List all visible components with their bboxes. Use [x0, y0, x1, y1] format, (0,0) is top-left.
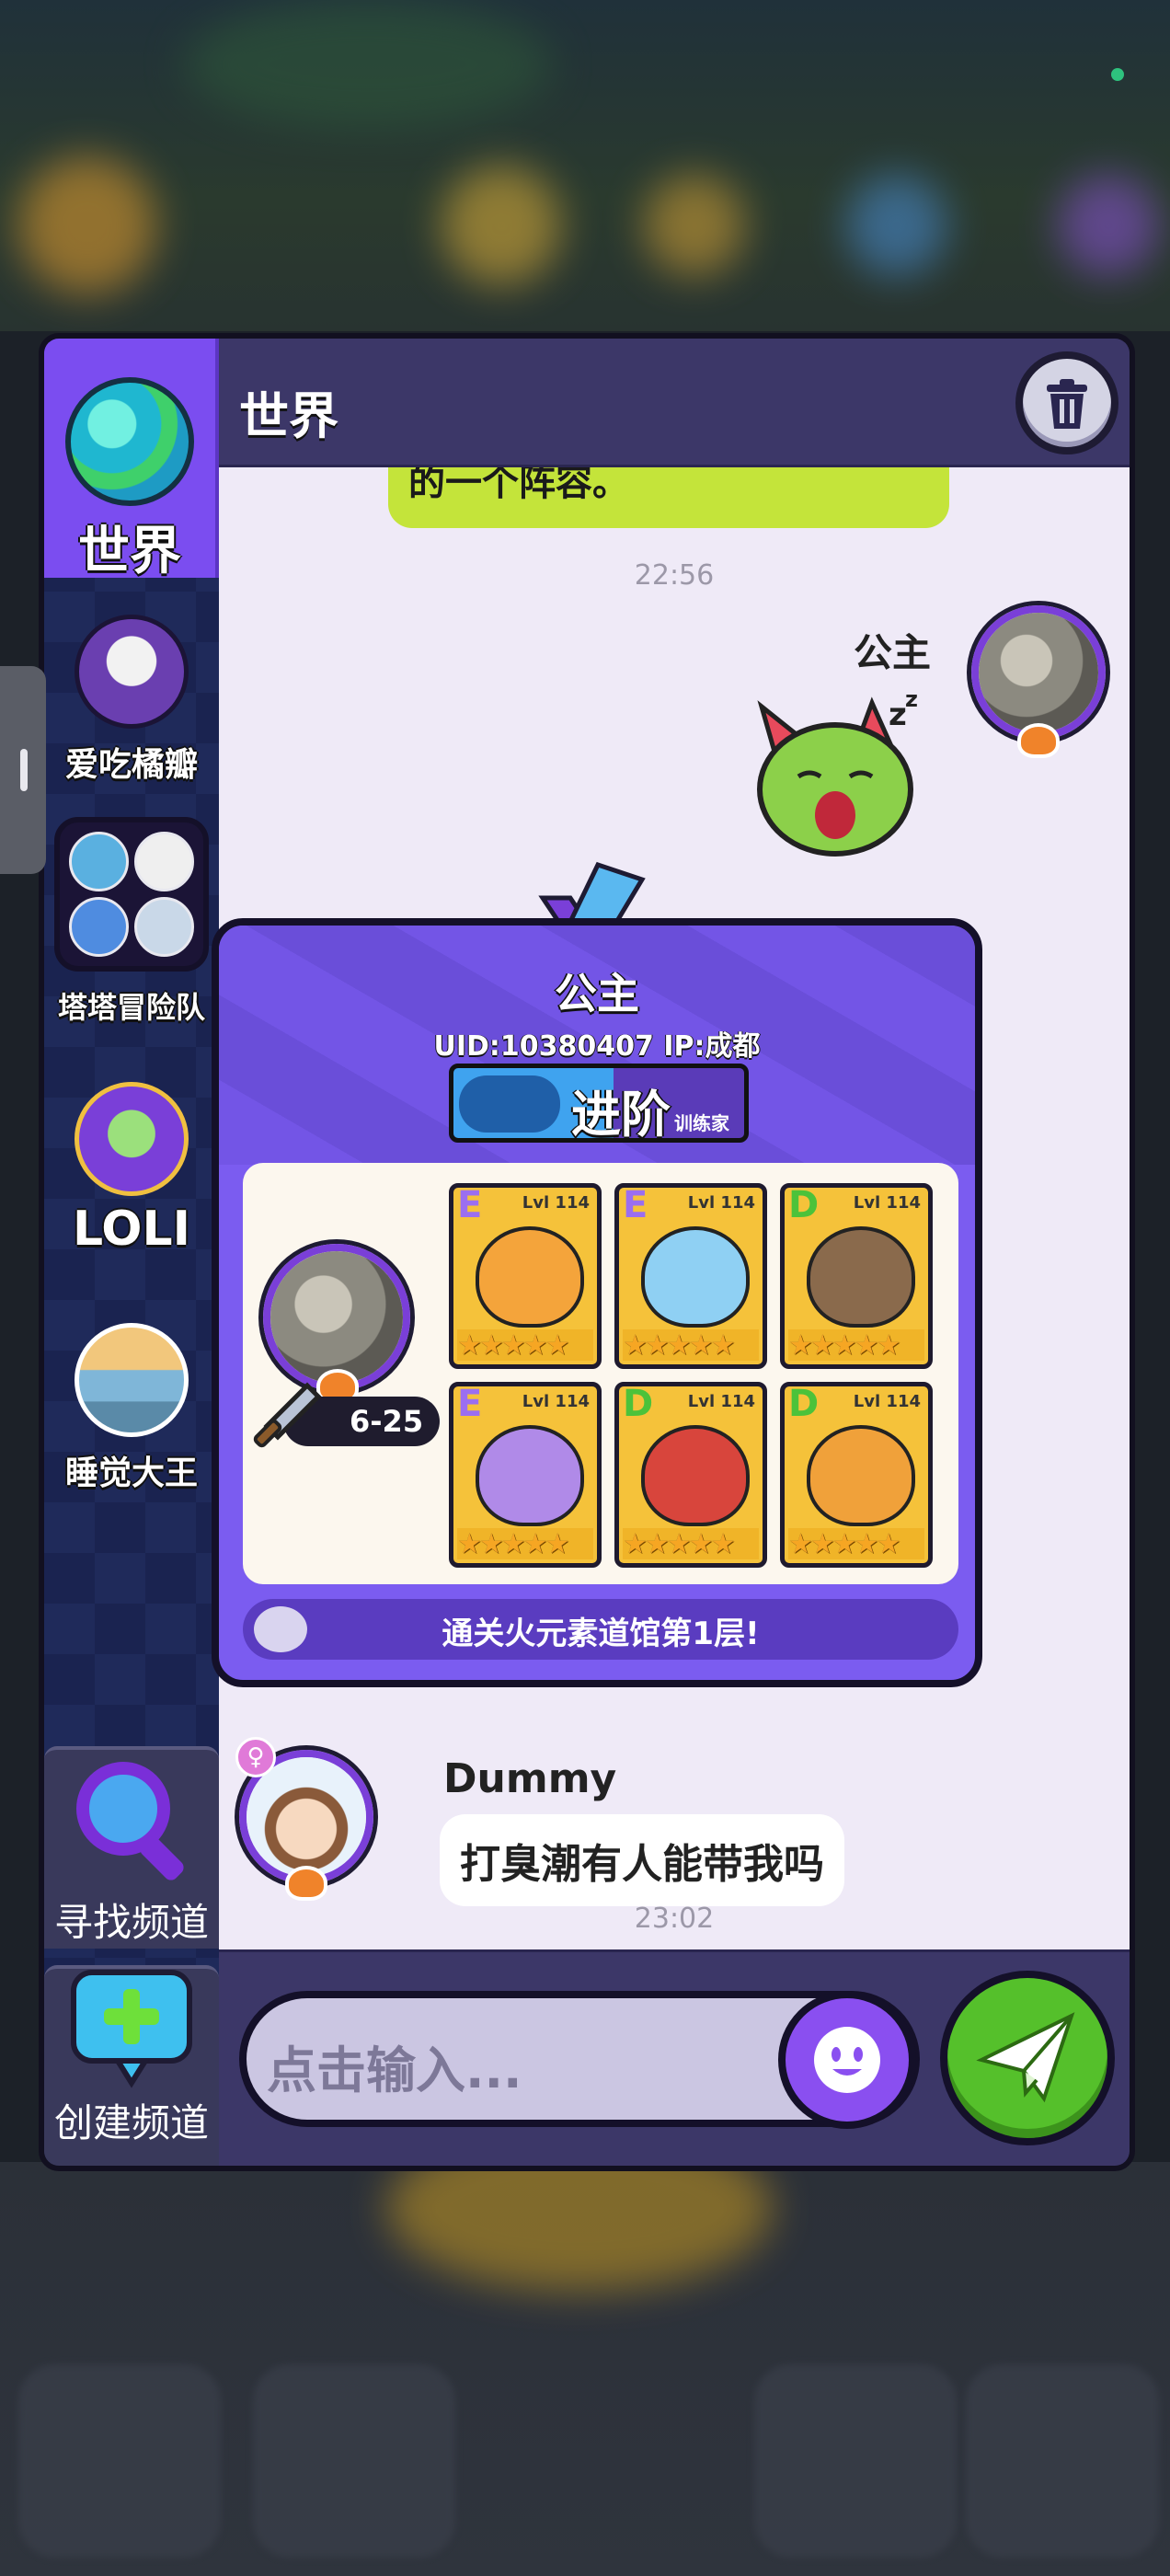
pet-portrait	[807, 1425, 915, 1526]
emoji-icon	[814, 2027, 880, 2093]
side-drawer-handle[interactable]	[0, 666, 46, 874]
send-button[interactable]	[940, 1971, 1115, 2145]
sidebar-item-label: 塔塔冒险队	[57, 990, 205, 1025]
pet-stars: ★★★★★	[623, 1329, 759, 1362]
pet-rank: D	[788, 1184, 820, 1226]
status-text: 通关火元素道馆第1层!	[442, 1616, 760, 1652]
globe-icon	[65, 377, 194, 506]
svg-text:z: z	[905, 688, 918, 712]
pet-level: Lvl 114	[853, 1193, 921, 1213]
status-dot	[1111, 68, 1124, 81]
chat-header: 世界	[219, 339, 1130, 467]
pet-rank: D	[623, 1383, 654, 1425]
pet-stars: ★★★★★	[788, 1528, 924, 1560]
pet-level: Lvl 114	[522, 1193, 590, 1213]
medal-icon	[285, 1866, 327, 1901]
pet-stars: ★★★★★	[788, 1329, 924, 1362]
create-channel-label: 创建频道	[53, 2100, 209, 2145]
sidebar-item-label: 世界	[78, 522, 181, 581]
find-channel-button[interactable]: 寻找频道	[44, 1746, 219, 1949]
medal-icon	[1017, 723, 1060, 758]
find-channel-label: 寻找频道	[53, 1900, 209, 1945]
sword-icon	[253, 1382, 322, 1448]
emoji-button[interactable]	[778, 1991, 916, 2129]
svg-text:z: z	[889, 696, 907, 733]
message-bubble: 的一个阵容。	[388, 467, 949, 528]
pet-level: Lvl 114	[687, 1392, 755, 1411]
pet-level: Lvl 114	[853, 1392, 921, 1411]
page-title: 世界	[239, 387, 338, 445]
pet-rank: E	[623, 1184, 648, 1226]
pet-portrait	[476, 1226, 584, 1328]
sidebar-item-loli[interactable]: LOLI	[44, 1082, 219, 1257]
sidebar-item-label: LOLI	[73, 1202, 190, 1257]
input-bar: 点击输入...	[219, 1949, 1130, 2166]
pet-card[interactable]: D Lvl 114 ★★★★★	[780, 1183, 933, 1369]
avatar	[75, 1323, 189, 1437]
timestamp: 22:56	[634, 559, 715, 592]
sender-name: 公主	[854, 630, 932, 675]
sleepy-cat-sticker: z z	[757, 688, 918, 857]
pet-level: Lvl 114	[522, 1392, 590, 1411]
rank-subtitle: 训练家	[674, 1112, 729, 1134]
sidebar-item-tata-team[interactable]: 塔塔冒险队	[44, 817, 219, 1027]
pet-card[interactable]: D Lvl 114 ★★★★★	[614, 1382, 767, 1568]
trainer-icon	[459, 1075, 560, 1133]
group-avatar	[54, 817, 209, 972]
sidebar-item-label: 爱吃橘瓣	[64, 746, 198, 784]
pet-portrait	[641, 1425, 750, 1526]
timestamp: 23:02	[634, 1903, 715, 1935]
sidebar-item-world[interactable]: 世界	[44, 339, 219, 581]
sender-name: Dummy	[443, 1755, 617, 1802]
channel-sidebar: 世界 爱吃橘瓣 塔塔冒险队 LOLI 睡觉大王 寻找频道 创建频道	[44, 339, 219, 2166]
create-channel-button[interactable]: 创建频道	[44, 1965, 219, 2166]
player-uid-ip: UID:10380407 IP:成都	[433, 1030, 761, 1063]
player-name: 公主	[555, 969, 639, 1018]
card-team-area: 6-25 E Lvl 114 ★★★★★ E Lvl 114 ★★★★★ D L…	[243, 1163, 958, 1584]
pet-stars: ★★★★★	[457, 1329, 593, 1362]
pet-level: Lvl 114	[687, 1193, 755, 1213]
rank-badge: 进阶 训练家	[449, 1064, 749, 1144]
level-range: 6-25	[350, 1404, 424, 1439]
sidebar-item-aichijuban[interactable]: 爱吃橘瓣	[44, 615, 219, 786]
pet-rank: E	[457, 1383, 483, 1425]
card-status-message: 通关火元素道馆第1层!	[243, 1599, 958, 1660]
pet-card[interactable]: E Lvl 114 ★★★★★	[449, 1382, 602, 1568]
pet-portrait	[641, 1226, 750, 1328]
sidebar-item-shuijiao[interactable]: 睡觉大王	[44, 1323, 219, 1494]
pet-stars: ★★★★★	[623, 1528, 759, 1560]
message-bubble: 打臭潮有人能带我吗	[440, 1814, 844, 1906]
pet-card[interactable]: E Lvl 114 ★★★★★	[449, 1183, 602, 1369]
trash-icon	[1047, 379, 1087, 429]
pet-stars: ★★★★★	[457, 1528, 593, 1560]
clear-chat-button[interactable]	[1015, 351, 1118, 454]
avatar[interactable]	[971, 605, 1106, 740]
female-icon: ♀	[235, 1737, 276, 1777]
pet-rank: D	[788, 1383, 820, 1425]
speaker-icon	[254, 1606, 307, 1652]
sidebar-item-label: 睡觉大王	[64, 1455, 198, 1492]
avatar	[75, 1082, 189, 1196]
pet-rank: E	[457, 1184, 483, 1226]
pet-portrait	[807, 1226, 915, 1328]
avatar	[75, 615, 189, 729]
pet-portrait	[476, 1425, 584, 1526]
magnifier-icon	[76, 1762, 184, 1880]
plus-chat-icon	[71, 1970, 192, 2088]
rank-title: 进阶	[571, 1086, 671, 1144]
pet-card[interactable]: E Lvl 114 ★★★★★	[614, 1183, 767, 1369]
send-icon	[976, 2012, 1075, 2103]
player-profile-card[interactable]: 公主 UID:10380407 IP:成都 进阶 训练家 6-25 E Lvl …	[212, 918, 982, 1687]
pet-card[interactable]: D Lvl 114 ★★★★★	[780, 1382, 933, 1568]
